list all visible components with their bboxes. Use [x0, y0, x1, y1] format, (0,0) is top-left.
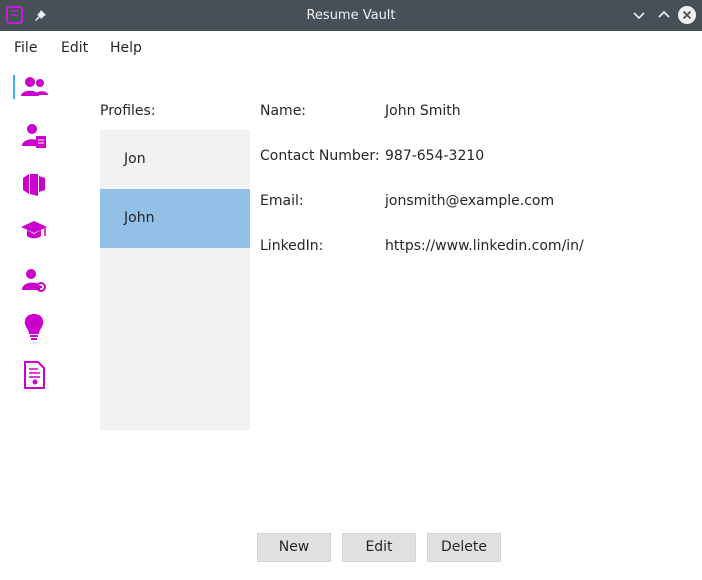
active-nav-indicator — [13, 75, 15, 99]
minimize-icon[interactable] — [630, 6, 648, 24]
title-bar: Resume Vault — [0, 0, 702, 31]
documents-icon[interactable] — [18, 359, 50, 391]
contact-label: Contact Number: — [260, 148, 380, 164]
experience-icon[interactable] — [18, 168, 50, 200]
contact-value: 987-654-3210 — [385, 148, 485, 164]
maximize-icon[interactable] — [655, 6, 673, 24]
name-label: Name: — [260, 103, 307, 119]
personal-info-icon[interactable] — [18, 120, 50, 152]
profiles-list[interactable]: Jon John — [100, 130, 250, 430]
delete-button[interactable]: Delete — [427, 533, 501, 562]
menu-edit[interactable]: Edit — [61, 31, 88, 65]
email-value: jonsmith@example.com — [385, 193, 555, 209]
ideas-icon[interactable] — [18, 311, 50, 343]
linkedin-label: LinkedIn: — [260, 238, 324, 254]
profiles-label: Profiles: — [100, 103, 156, 119]
new-button[interactable]: New — [257, 533, 331, 562]
menu-help[interactable]: Help — [110, 31, 142, 65]
edit-button[interactable]: Edit — [342, 533, 416, 562]
name-value: John Smith — [385, 103, 461, 119]
profile-item-john[interactable]: John — [100, 189, 250, 248]
profiles-icon[interactable] — [18, 72, 50, 104]
app-window: Resume Vault File Edit Help Profiles: Jo… — [0, 0, 702, 580]
menu-bar: File Edit Help — [0, 31, 702, 65]
linkedin-value: https://www.linkedin.com/in/ — [385, 238, 584, 254]
email-label: Email: — [260, 193, 304, 209]
education-icon[interactable] — [18, 215, 50, 247]
profile-item-jon[interactable]: Jon — [100, 130, 250, 189]
menu-file[interactable]: File — [14, 31, 37, 65]
window-title: Resume Vault — [306, 8, 396, 23]
close-icon[interactable] — [678, 6, 696, 24]
skills-icon[interactable] — [18, 264, 50, 296]
